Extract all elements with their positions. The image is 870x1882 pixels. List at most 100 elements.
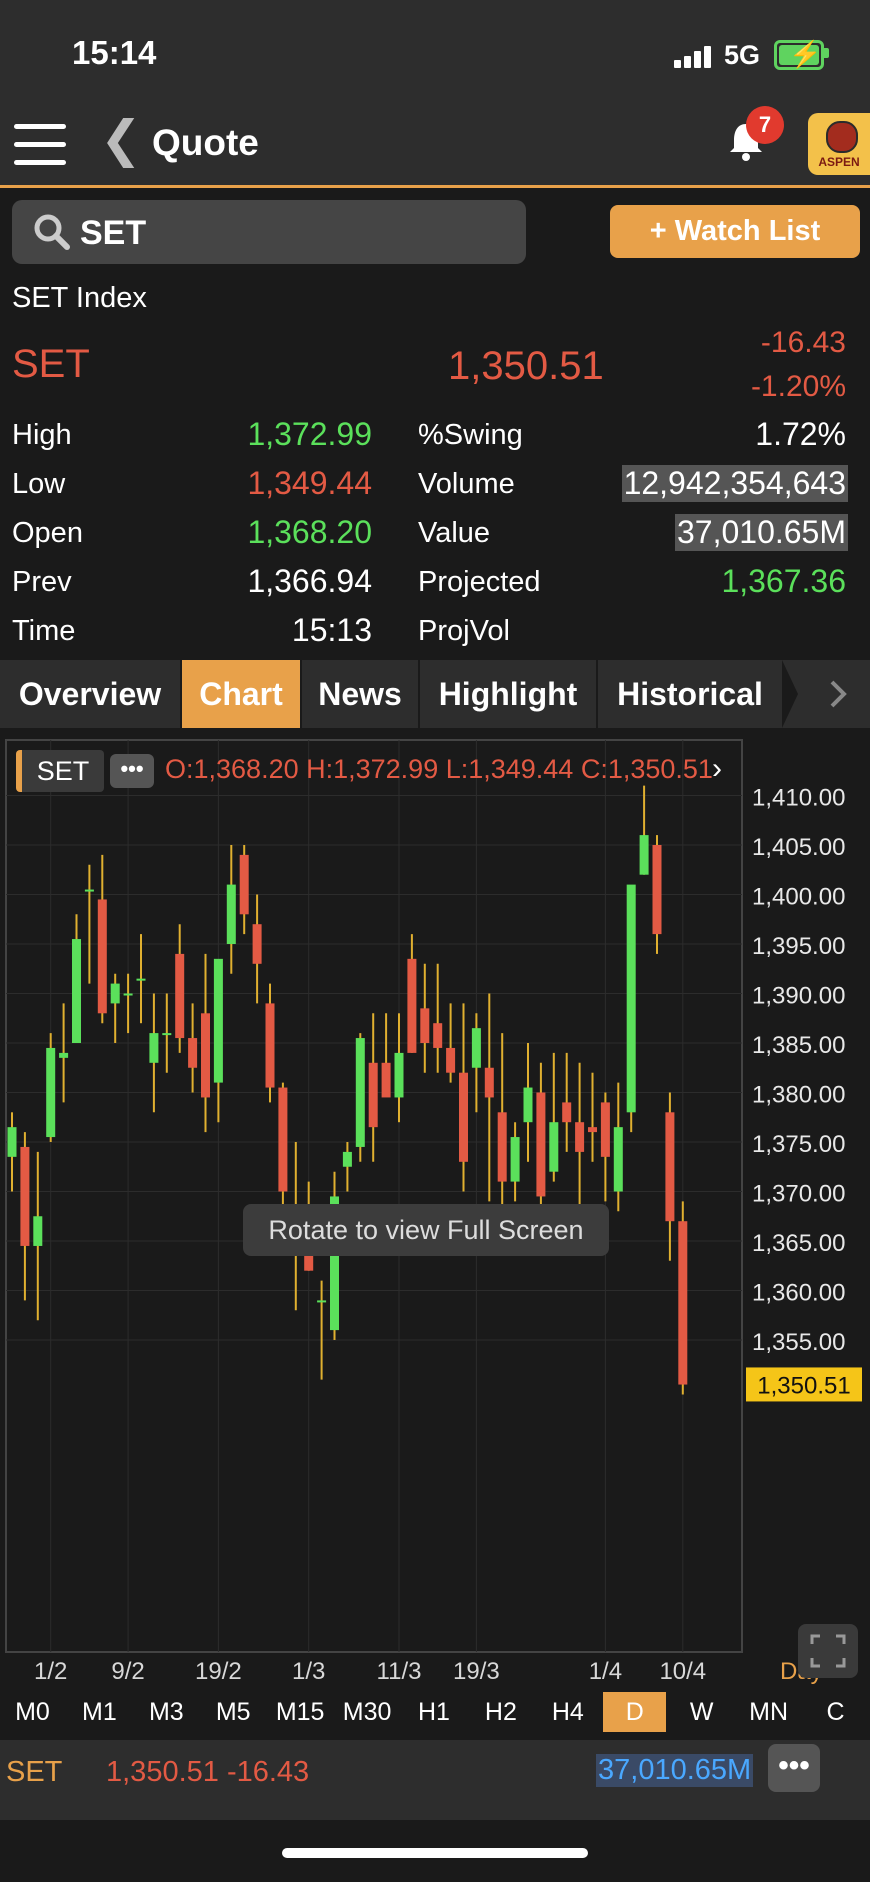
y-tick-label: 1,390.00 <box>752 983 845 1010</box>
timeframe-m1[interactable]: M1 <box>68 1692 131 1732</box>
timeframe-h4[interactable]: H4 <box>536 1692 599 1732</box>
candle-body <box>252 924 262 964</box>
x-tick-label: 19/3 <box>453 1658 500 1685</box>
timeframe-m30[interactable]: M30 <box>336 1692 399 1732</box>
candle-body <box>575 1122 585 1152</box>
candle-body <box>459 1072 468 1162</box>
last-price-label: 1,350.51 <box>757 1372 850 1399</box>
signal-icon <box>674 46 714 68</box>
timeframe-bar: M0 M1 M3 M5 M15 M30 H1 H2 H4 D W MN C <box>0 1692 870 1732</box>
chart-symbol-tag[interactable]: SET <box>16 750 104 792</box>
stat-label: Value <box>418 517 491 549</box>
candle-body <box>407 958 417 1053</box>
bottom-more-button[interactable]: ••• <box>768 1744 820 1792</box>
timeframe-m3[interactable]: M3 <box>135 1692 198 1732</box>
notification-badge: 7 <box>746 106 784 144</box>
search-input[interactable]: SET <box>12 200 526 264</box>
candle-body <box>471 1028 481 1068</box>
y-tick-label: 1,370.00 <box>752 1181 845 1208</box>
y-tick-label: 1,400.00 <box>752 884 845 911</box>
candle-body <box>136 978 146 981</box>
stat-value: 1,349.44 <box>247 465 372 501</box>
candle-body <box>420 1008 430 1043</box>
candle-body <box>433 1023 443 1048</box>
tab-chart[interactable]: Chart <box>182 660 300 728</box>
back-chevron-icon[interactable]: ❮ <box>100 114 142 164</box>
stat-value: 1,366.94 <box>247 563 372 599</box>
candle-body <box>600 1102 610 1157</box>
stat-label: Low <box>12 468 66 500</box>
y-tick-label: 1,355.00 <box>752 1329 845 1356</box>
home-indicator[interactable] <box>282 1848 588 1858</box>
chart-more-button[interactable]: ••• <box>110 754 154 788</box>
timeframe-d[interactable]: D <box>603 1692 667 1732</box>
tabs-scroll-right-icon[interactable] <box>782 660 870 728</box>
x-tick-label: 19/2 <box>195 1658 242 1685</box>
timeframe-m5[interactable]: M5 <box>202 1692 265 1732</box>
candle-body <box>149 1033 159 1063</box>
candle-body <box>342 1151 352 1167</box>
tab-historical[interactable]: Historical <box>598 660 782 728</box>
candle-body <box>97 899 107 1014</box>
network-type: 5G <box>724 40 761 70</box>
timeframe-m15[interactable]: M15 <box>269 1692 332 1732</box>
candle-body <box>613 1127 623 1192</box>
y-tick-label: 1,385.00 <box>752 1032 845 1059</box>
candle-body <box>536 1092 546 1197</box>
quote-symbol: SET <box>12 342 90 386</box>
stat-label: High <box>12 419 72 451</box>
timeframe-m0[interactable]: M0 <box>1 1692 64 1732</box>
candle-body <box>226 884 236 944</box>
rotate-hint: Rotate to view Full Screen <box>243 1204 609 1256</box>
candle-body <box>549 1122 559 1172</box>
search-icon <box>34 214 70 250</box>
candle-body <box>317 1300 327 1303</box>
y-tick-label: 1,395.00 <box>752 933 845 960</box>
stat-label: Time <box>12 615 76 647</box>
stat-value: 37,010.65M <box>674 514 848 551</box>
candle-body <box>652 845 662 935</box>
y-tick-label: 1,360.00 <box>752 1280 845 1307</box>
tab-overview[interactable]: Overview <box>0 660 180 728</box>
price-change: -16.43 <box>760 326 846 359</box>
candle-body <box>188 1038 198 1068</box>
chart-ohlc-readout: O:1,368.20 H:1,372.99 L:1,349.44 C:1,350… <box>165 754 713 784</box>
stat-value: 12,942,354,643 <box>621 465 848 502</box>
stat-value: 1,367.36 <box>721 563 846 599</box>
bottom-last-change: 1,350.51 -16.43 <box>106 1756 310 1788</box>
timeframe-h2[interactable]: H2 <box>469 1692 532 1732</box>
tab-highlight[interactable]: Highlight <box>420 660 596 728</box>
candle-body <box>588 1127 597 1133</box>
timeframe-mn[interactable]: MN <box>737 1692 800 1732</box>
timeframe-w[interactable]: W <box>670 1692 733 1732</box>
candle-body <box>665 1112 675 1222</box>
candle-body <box>278 1087 288 1192</box>
candle-body <box>626 884 636 1113</box>
candle-body <box>46 1047 56 1138</box>
candle-body <box>20 1146 30 1246</box>
fullscreen-icon[interactable] <box>798 1624 858 1678</box>
candle-body <box>72 939 81 1043</box>
aspen-logo[interactable]: ASPEN <box>808 113 870 175</box>
stat-value: 1.72% <box>755 416 846 452</box>
stat-label: %Swing <box>418 419 523 451</box>
x-tick-label: 9/2 <box>111 1658 144 1685</box>
x-tick-label: 1/2 <box>34 1658 67 1685</box>
candle-body <box>394 1052 404 1098</box>
ohlc-expand-chevron-icon[interactable]: › <box>712 752 722 786</box>
y-tick-label: 1,410.00 <box>752 785 845 812</box>
timeframe-c[interactable]: C <box>804 1692 867 1732</box>
stat-label: Open <box>12 517 83 549</box>
menu-icon[interactable] <box>14 124 66 166</box>
candle-body <box>381 1062 391 1098</box>
tab-news[interactable]: News <box>302 660 418 728</box>
x-tick-label: 1/4 <box>589 1658 622 1685</box>
candle-body <box>497 1112 507 1182</box>
add-watchlist-button[interactable]: + Watch List <box>610 205 860 258</box>
bottom-value: 37,010.65M <box>596 1754 754 1787</box>
x-tick-label: 1/3 <box>292 1658 325 1685</box>
quote-tabs: Overview Chart News Highlight Historical <box>0 660 870 728</box>
stat-label: Prev <box>12 566 72 598</box>
timeframe-h1[interactable]: H1 <box>403 1692 466 1732</box>
stat-value: 1,368.20 <box>247 514 372 550</box>
